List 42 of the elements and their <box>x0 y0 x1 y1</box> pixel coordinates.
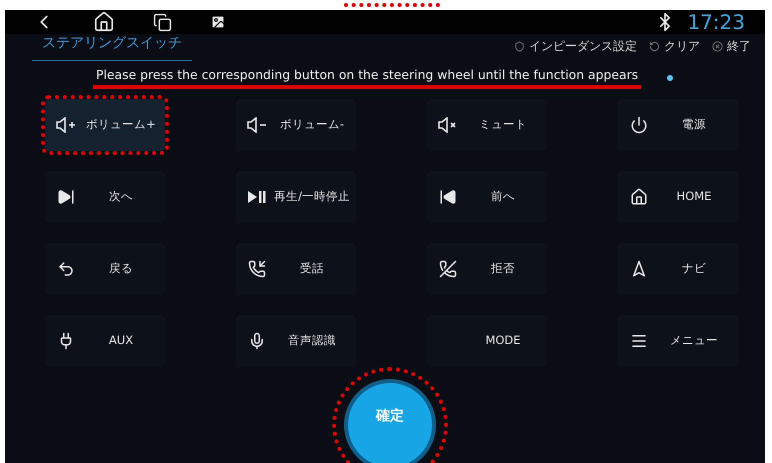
function-button[interactable]: 戻る <box>45 243 165 295</box>
function-button[interactable]: HOME <box>618 171 738 223</box>
skip-next-icon <box>57 188 75 206</box>
microphone-icon <box>248 332 266 350</box>
menu-icon <box>630 332 648 350</box>
play-pause-icon <box>247 190 267 204</box>
instruction-text: Please press the corresponding button on the steering wheel until the function appears <box>93 67 642 89</box>
action-button[interactable]: クリア <box>637 38 700 55</box>
hang-up-icon <box>439 260 457 278</box>
function-button[interactable]: ミュート <box>427 99 547 151</box>
power-icon <box>630 116 648 134</box>
speaker-minus-icon <box>246 117 268 133</box>
function-button[interactable]: メニュー <box>618 315 738 367</box>
clock-time: 17:23 <box>687 10 745 34</box>
home-icon <box>630 188 648 206</box>
function-button[interactable]: 次へ <box>45 171 165 223</box>
function-button[interactable]: 再生/一時停止 <box>236 171 356 223</box>
tab[interactable]: ステアリングスイッチ <box>32 34 192 61</box>
action-button[interactable]: インピーダンス設定 <box>502 38 637 55</box>
function-button[interactable]: 受話 <box>236 243 356 295</box>
function-button[interactable]: 前へ <box>427 171 547 223</box>
function-button[interactable]: ナビ <box>618 243 738 295</box>
circular-arrow-icon <box>649 41 660 52</box>
recent-apps-icon[interactable] <box>153 12 172 32</box>
speaker-plus-icon <box>55 117 77 133</box>
function-button[interactable]: ボリューム+ <box>45 99 165 151</box>
image-icon[interactable] <box>210 14 226 30</box>
function-button[interactable]: 音声認識 <box>236 315 356 367</box>
function-button[interactable]: AUX <box>45 315 165 367</box>
action-button[interactable]: 終了 <box>700 38 751 55</box>
function-button[interactable]: ボリューム- <box>236 99 356 151</box>
navigation-arrow-icon <box>630 260 648 278</box>
home-icon[interactable] <box>93 11 115 33</box>
skip-previous-icon <box>439 188 457 206</box>
phone-icon <box>248 260 266 278</box>
function-button[interactable]: 電源 <box>618 99 738 151</box>
return-arrow-icon <box>57 260 75 278</box>
close-icon <box>712 41 723 52</box>
function-button[interactable]: 拒否 <box>427 243 547 295</box>
status-dot <box>667 75 674 81</box>
function-button[interactable]: MODE <box>427 315 547 367</box>
shield-icon <box>514 41 525 52</box>
